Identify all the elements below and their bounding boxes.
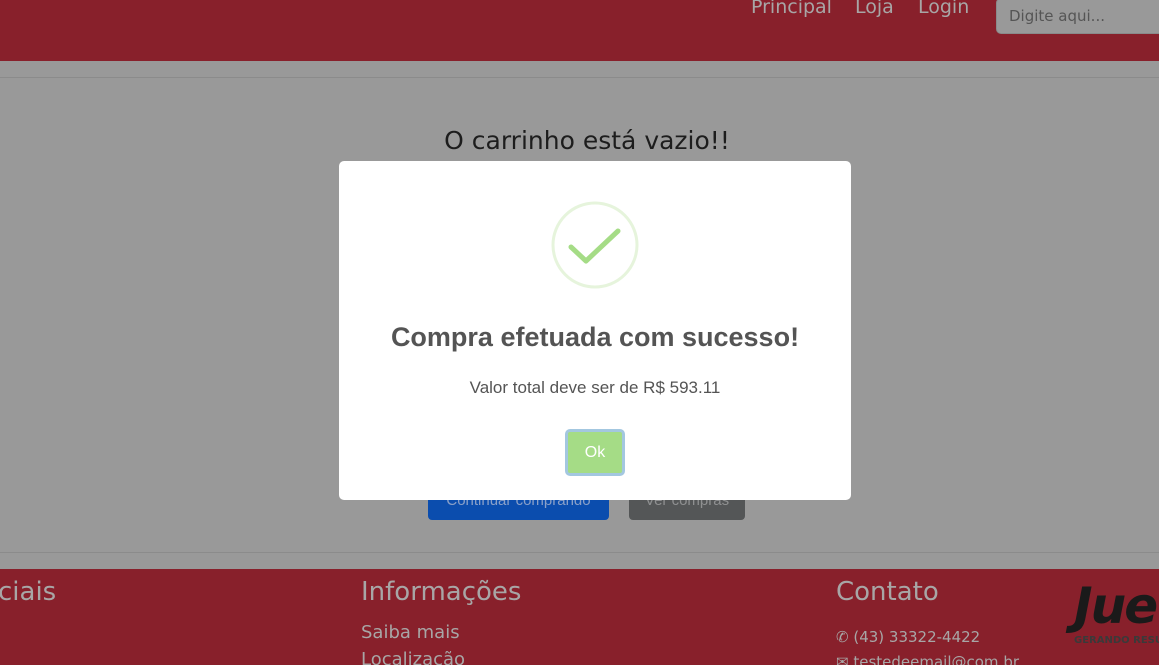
footer-link-saiba-mais[interactable]: Saiba mais — [361, 622, 460, 643]
modal-title: Compra efetuada com sucesso! — [390, 322, 800, 352]
footer-heading-contact: Contato — [836, 577, 939, 607]
divider — [0, 77, 1159, 78]
nav-link-principal[interactable]: Principal — [751, 0, 832, 18]
search-input[interactable] — [996, 0, 1159, 34]
phone-icon: ✆ — [836, 628, 849, 646]
top-navbar: Principal Loja Login — [0, 0, 1159, 61]
success-modal: Compra efetuada com sucesso! Valor total… — [339, 161, 851, 500]
modal-message: Valor total deve ser de R$ 593.11 — [469, 378, 721, 397]
footer-heading-social: ciais — [0, 577, 57, 607]
footer-heading-info: Informações — [361, 577, 522, 607]
logo-text: Jue — [1074, 577, 1158, 635]
logo-tagline: GERANDO RESU — [1074, 635, 1159, 646]
contact-email-text: testedeemail@com.br — [853, 653, 1020, 665]
footer: ciais Informações Saiba mais Localização… — [0, 569, 1159, 665]
envelope-icon: ✉ — [836, 653, 849, 665]
empty-cart-message: O carrinho está vazio!! — [444, 126, 730, 155]
nav-link-login[interactable]: Login — [918, 0, 969, 18]
page: Principal Loja Login O carrinho está vaz… — [0, 0, 1159, 665]
divider — [0, 552, 1159, 553]
contact-phone: ✆ (43) 33322-4422 — [836, 628, 980, 646]
ok-button[interactable]: Ok — [565, 429, 625, 476]
footer-link-localizacao[interactable]: Localização — [361, 649, 465, 665]
contact-email: ✉ testedeemail@com.br — [836, 653, 1019, 665]
company-logo: Jue GERANDO RESU — [1072, 577, 1159, 657]
contact-phone-text: (43) 33322-4422 — [853, 628, 981, 646]
nav-link-loja[interactable]: Loja — [855, 0, 894, 18]
success-check-icon — [551, 201, 639, 289]
